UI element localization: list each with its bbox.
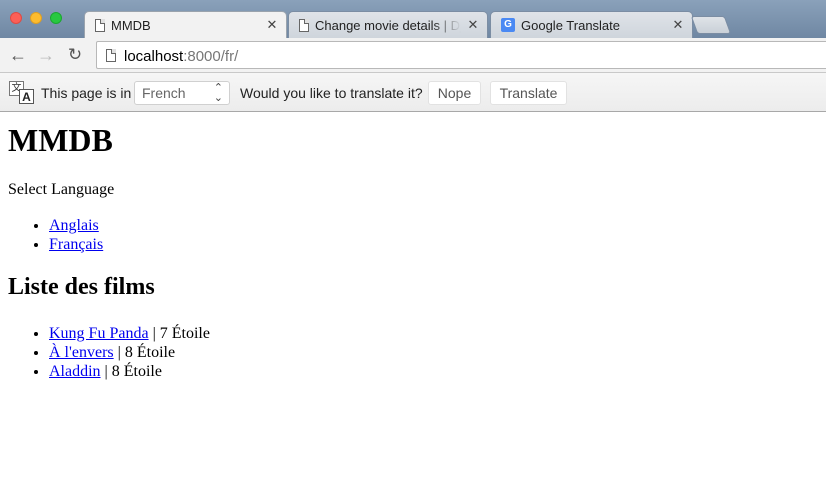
page-title: MMDB bbox=[8, 122, 113, 158]
url-text: localhost:8000/fr/ bbox=[124, 48, 238, 65]
language-link-francais[interactable]: Français bbox=[49, 236, 103, 253]
tab-title: MMDB bbox=[111, 17, 151, 33]
language-link-anglais[interactable]: Anglais bbox=[49, 217, 99, 234]
list-item: Aladdin | 8 Étoile bbox=[49, 362, 210, 381]
tab-title: Change movie details | Django bbox=[315, 17, 461, 33]
translate-question: Would you like to translate it? bbox=[240, 85, 423, 101]
tab-change-movie-details[interactable]: Change movie details | Django ✕ bbox=[288, 11, 488, 38]
film-link[interactable]: À l'envers bbox=[49, 344, 114, 361]
film-rating: | 7 Étoile bbox=[148, 325, 210, 342]
film-rating: | 8 Étoile bbox=[113, 344, 176, 361]
list-item: Français bbox=[49, 235, 103, 254]
google-translate-icon: G bbox=[501, 18, 515, 32]
close-tab-icon[interactable]: ✕ bbox=[467, 17, 479, 33]
browser-toolbar: ← → ↻ localhost:8000/fr/ bbox=[0, 38, 826, 73]
url-host: localhost bbox=[124, 48, 184, 65]
translate-icon: 文 A bbox=[9, 81, 35, 105]
back-arrow-icon[interactable]: ← bbox=[7, 44, 29, 66]
window-minimize-button[interactable] bbox=[30, 12, 42, 24]
translate-infobar: 文 A This page is in French ⌃ ⌄ Would you … bbox=[0, 73, 826, 112]
tab-google-translate[interactable]: G Google Translate ✕ bbox=[490, 11, 693, 38]
tab-mmdb[interactable]: MMDB ✕ bbox=[84, 11, 287, 38]
page-is-in-label: This page is in bbox=[41, 85, 132, 101]
tab-title: Google Translate bbox=[521, 17, 621, 33]
close-tab-icon[interactable]: ✕ bbox=[672, 17, 684, 33]
reload-icon[interactable]: ↻ bbox=[64, 44, 86, 66]
language-select-value: French bbox=[142, 85, 186, 101]
language-list: Anglais Français bbox=[8, 216, 103, 254]
list-item: Anglais bbox=[49, 216, 103, 235]
language-select[interactable]: French ⌃ ⌄ bbox=[134, 81, 230, 105]
list-item: Kung Fu Panda | 7 Étoile bbox=[49, 324, 210, 343]
window-close-button[interactable] bbox=[10, 12, 22, 24]
select-language-label: Select Language bbox=[8, 181, 115, 198]
close-tab-icon[interactable]: ✕ bbox=[266, 17, 278, 33]
film-list: Kung Fu Panda | 7 Étoile À l'envers | 8 … bbox=[8, 324, 210, 381]
list-item: À l'envers | 8 Étoile bbox=[49, 343, 210, 362]
window-maximize-button[interactable] bbox=[50, 12, 62, 24]
page-icon bbox=[299, 18, 309, 32]
page-icon bbox=[106, 49, 116, 62]
translate-button[interactable]: Translate bbox=[490, 81, 567, 105]
film-rating: | 8 Étoile bbox=[100, 363, 162, 380]
forward-arrow-icon[interactable]: → bbox=[35, 44, 57, 66]
tab-strip: Change movie details | Django ✕ G Google… bbox=[0, 0, 826, 38]
address-bar[interactable]: localhost:8000/fr/ bbox=[96, 41, 826, 69]
films-heading: Liste des films bbox=[8, 274, 155, 300]
page-icon bbox=[95, 18, 105, 32]
film-link[interactable]: Kung Fu Panda bbox=[49, 325, 149, 342]
url-path: :8000/fr/ bbox=[183, 48, 239, 65]
new-tab-button[interactable] bbox=[690, 16, 732, 34]
film-link[interactable]: Aladdin bbox=[49, 363, 101, 380]
nope-button[interactable]: Nope bbox=[428, 81, 481, 105]
up-down-chevron-icon: ⌃ ⌄ bbox=[213, 82, 223, 104]
